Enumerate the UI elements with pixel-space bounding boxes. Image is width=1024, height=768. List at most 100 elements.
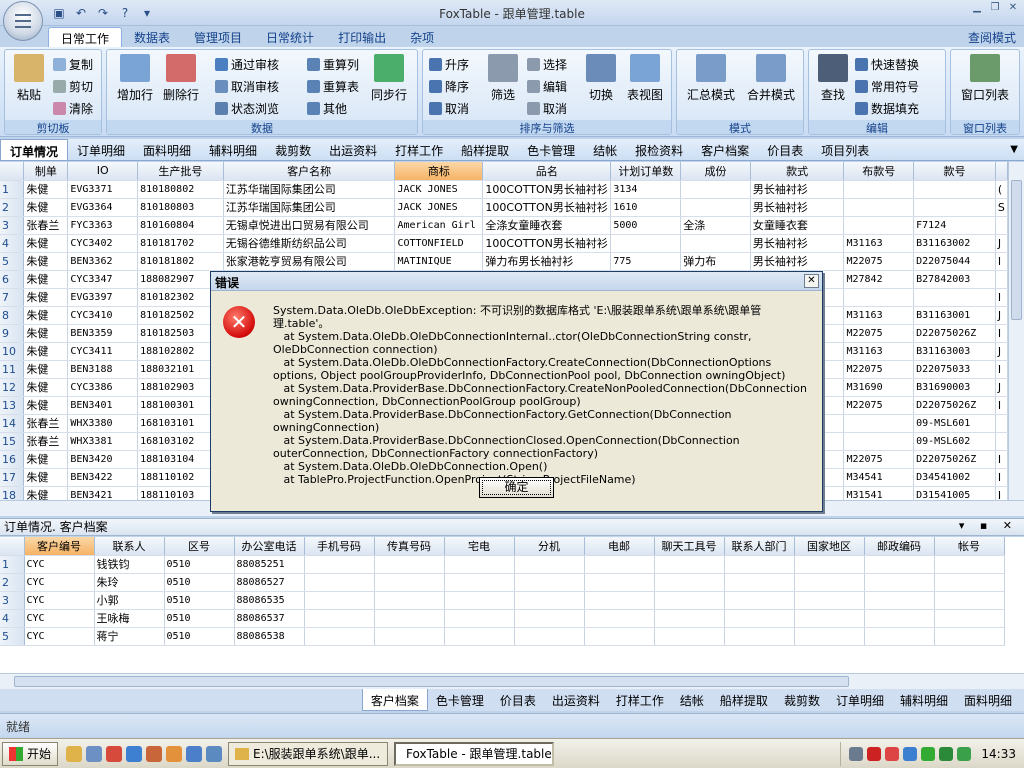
table-cell[interactable]: JACK JONES	[394, 198, 484, 217]
table-cell[interactable]: 09-MSL601	[913, 414, 996, 433]
help-icon[interactable]: ?	[116, 4, 134, 22]
table-cell[interactable]: 0510	[164, 627, 235, 646]
redo-icon[interactable]: ↷	[94, 4, 112, 22]
globe-icon[interactable]	[186, 745, 203, 762]
table-cell[interactable]: COTTONFIELD	[394, 234, 484, 253]
row-number[interactable]: 5	[0, 627, 25, 646]
table-cell[interactable]	[444, 591, 515, 610]
paste-button[interactable]: 粘贴	[9, 54, 49, 103]
table-cell[interactable]: 女童睡衣套	[750, 216, 845, 235]
table-cell[interactable]: 0510	[164, 555, 235, 574]
table-cell[interactable]: D22075033	[913, 360, 996, 379]
scroll-thumb[interactable]	[1011, 180, 1022, 320]
unapprove-button[interactable]: 取消审核	[215, 78, 279, 95]
main-vertical-scrollbar[interactable]	[1008, 162, 1024, 500]
table-cell[interactable]	[843, 432, 915, 451]
sort-desc-button[interactable]: 降序	[429, 78, 469, 95]
tray-icon[interactable]	[957, 746, 972, 761]
table-cell[interactable]: 3134	[610, 180, 682, 199]
table-cell[interactable]: 朱健	[23, 252, 69, 271]
tray-icon[interactable]	[867, 746, 882, 761]
table-row[interactable]: 4 朱健 CYC3402 810181702 无锡谷德维斯纺织品公司 COTTONFIEL…	[0, 234, 1008, 253]
approve-button[interactable]: 通过审核	[215, 56, 279, 73]
table-cell[interactable]	[934, 555, 1005, 574]
app-icon[interactable]	[126, 745, 143, 762]
tray-icon[interactable]	[903, 746, 918, 761]
table-row[interactable]: 3 张春兰 FYC3363 810160804 无锡卓悦进出口贸易有限公司 America…	[0, 216, 1008, 235]
table-row[interactable]: 2 朱健 EVG3364 810180803 江苏华瑞国际集团公司 JACK JONES 1…	[0, 198, 1008, 217]
table-cell[interactable]: 朱玲	[94, 573, 165, 592]
table-cell[interactable]: FYC3363	[67, 216, 139, 235]
table-cell[interactable]: D34541002	[913, 468, 996, 487]
table-cell[interactable]: S	[995, 198, 1008, 217]
table-cell[interactable]	[654, 627, 725, 646]
table-cell[interactable]	[584, 555, 655, 574]
table-cell[interactable]: M22075	[843, 396, 915, 415]
table-cell[interactable]: CYC3411	[67, 342, 139, 361]
sheet-tab[interactable]: 辅料明细	[200, 139, 266, 160]
row-number[interactable]: 8	[0, 306, 25, 325]
table-cell[interactable]: M22075	[843, 360, 915, 379]
table-row[interactable]: 4 CYC 王咏梅 0510 88086537	[0, 609, 1005, 628]
table-cell[interactable]: 朱健	[23, 324, 69, 343]
tab-lookup-mode[interactable]: 查阅模式	[968, 29, 1016, 46]
table-cell[interactable]: 0510	[164, 573, 235, 592]
table-cell[interactable]: CYC	[24, 627, 95, 646]
bottom-tab[interactable]: 出运资料	[544, 689, 608, 711]
table-cell[interactable]: 810180802	[137, 180, 224, 199]
table-cell[interactable]: 朱健	[23, 360, 69, 379]
row-number[interactable]: 13	[0, 396, 25, 415]
row-number[interactable]: 1	[0, 555, 25, 574]
table-cell[interactable]	[654, 573, 725, 592]
row-number[interactable]: 4	[0, 609, 25, 628]
row-number[interactable]: 9	[0, 324, 25, 343]
table-cell[interactable]: WHX3380	[67, 414, 139, 433]
table-cell[interactable]	[843, 180, 915, 199]
table-cell[interactable]: BEN3362	[67, 252, 139, 271]
table-cell[interactable]: 810181802	[137, 252, 224, 271]
window-list-button[interactable]: 窗口列表	[955, 54, 1015, 103]
table-cell[interactable]	[995, 432, 1008, 451]
table-cell[interactable]: CYC	[24, 591, 95, 610]
row-number[interactable]: 10	[0, 342, 25, 361]
row-number[interactable]: 7	[0, 288, 25, 307]
table-cell[interactable]: 弹力布	[680, 252, 751, 271]
ribbon-tab[interactable]: 数据表	[122, 27, 182, 47]
app-icon[interactable]	[206, 745, 223, 762]
sheet-tab[interactable]: 裁剪数	[266, 139, 320, 160]
table-cell[interactable]: 朱健	[23, 270, 69, 289]
sheet-tab[interactable]: 订单情况	[0, 139, 69, 160]
sheet-tab[interactable]: 客户档案	[692, 139, 758, 160]
pane-controls[interactable]: ▾ ▪ ✕	[959, 519, 1018, 532]
row-number[interactable]: 6	[0, 270, 25, 289]
table-cell[interactable]: M31690	[843, 378, 915, 397]
column-header[interactable]: 国家地区	[794, 537, 865, 556]
table-cell[interactable]: 88086538	[234, 627, 305, 646]
table-cell[interactable]	[584, 609, 655, 628]
table-cell[interactable]: 男长袖衬衫	[750, 234, 845, 253]
table-cell[interactable]: M27842	[843, 270, 915, 289]
table-cell[interactable]	[934, 627, 1005, 646]
sheet-tab[interactable]: 面料明细	[134, 139, 200, 160]
table-cell[interactable]: 0510	[164, 591, 235, 610]
table-cell[interactable]: CYC	[24, 573, 95, 592]
table-cell[interactable]: American Girl	[394, 216, 484, 235]
table-cell[interactable]	[514, 573, 585, 592]
other-button[interactable]: 其他	[307, 100, 347, 117]
table-cell[interactable]	[794, 573, 865, 592]
ribbon-tab[interactable]: 打印输出	[326, 27, 398, 47]
table-cell[interactable]	[864, 555, 935, 574]
table-cell[interactable]	[514, 627, 585, 646]
scroll-thumb[interactable]	[14, 676, 849, 687]
bottom-tab[interactable]: 订单明细	[828, 689, 892, 711]
table-cell[interactable]: 09-MSL602	[913, 432, 996, 451]
qat-dropdown-icon[interactable]: ▾	[138, 4, 156, 22]
table-cell[interactable]	[794, 609, 865, 628]
table-cell[interactable]	[913, 288, 996, 307]
table-cell[interactable]: 无锡谷德维斯纺织品公司	[223, 234, 396, 253]
table-cell[interactable]: I	[995, 252, 1008, 271]
table-cell[interactable]	[843, 414, 915, 433]
table-cell[interactable]: M22075	[843, 450, 915, 469]
table-cell[interactable]	[444, 555, 515, 574]
table-cell[interactable]: M22075	[843, 252, 915, 271]
